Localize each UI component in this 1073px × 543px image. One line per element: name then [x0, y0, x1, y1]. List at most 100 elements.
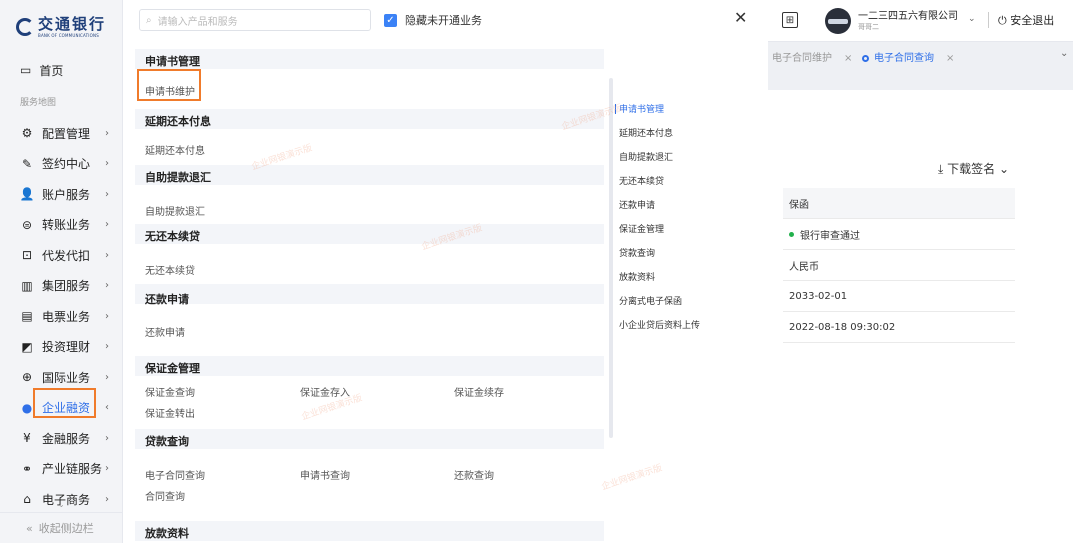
- sidebar-item-label: 转账业务: [42, 218, 91, 233]
- chevron-right-icon: ›: [105, 219, 109, 231]
- anchor-item[interactable]: 保证金管理: [619, 222, 664, 235]
- table-row: 2033-02-01: [783, 281, 1015, 312]
- chevron-right-icon: ›: [105, 463, 109, 475]
- collapse-sidebar-button[interactable]: « 收起侧边栏: [0, 512, 122, 543]
- sidebar-item-label: 投资理财: [42, 340, 91, 355]
- background-app: ⊞ 一二三四五六有限公司 哥哥二 ⌄ ⏻ 安全退出 电子合同维护 × 电子合同查询…: [768, 0, 1073, 543]
- sidebar-nav: ⚙ 配置管理 › ✎ 签约中心 › 👤 账户服务 › ⊜ 转账业务 › ⊡ 代发代扣 › ▥ 集团服务 › ▤ 电票业…: [0, 118, 122, 515]
- checkbox-checked-icon[interactable]: ✓: [384, 13, 397, 27]
- anchor-item[interactable]: 放款资料: [619, 270, 655, 283]
- menu-item[interactable]: 无还本续贷: [145, 262, 195, 277]
- chart-icon: ◩: [21, 339, 33, 354]
- menu-item[interactable]: 合同查询: [145, 488, 185, 503]
- sidebar-item-label: 代发代扣: [42, 248, 91, 263]
- logo-en: BANK OF COMMUNICATIONS: [38, 32, 99, 38]
- sidebar-item[interactable]: ¥ 金融服务 ›: [0, 423, 122, 454]
- menu-item[interactable]: 延期还本付息: [145, 142, 205, 157]
- menu-item[interactable]: 保证金转出: [145, 405, 195, 420]
- menu-item[interactable]: 还款申请: [145, 324, 185, 339]
- group-title: 还款申请: [145, 293, 189, 306]
- coin-icon: ¥: [23, 431, 31, 446]
- group-header-bg: [135, 429, 604, 449]
- search-input[interactable]: ⌕ 请输入产品和服务: [139, 9, 371, 31]
- table-row: 保函: [783, 188, 1015, 219]
- company-sub: 哥哥二: [858, 23, 879, 31]
- building-icon: ▥: [21, 278, 33, 293]
- download-signature-button[interactable]: ⤓ 下载签名 ⌄: [938, 160, 1009, 177]
- download-icon: ⤓: [938, 162, 944, 176]
- section-label: 服务地图: [20, 98, 57, 108]
- group-header-bg: [135, 356, 604, 376]
- menu-item[interactable]: 申请书查询: [300, 467, 350, 482]
- app-icon[interactable]: ⊞: [782, 12, 798, 28]
- close-icon[interactable]: ×: [946, 53, 954, 64]
- hide-unopened-toggle[interactable]: ✓ 隐藏未开通业务: [384, 12, 482, 28]
- bill-icon: ▤: [21, 309, 33, 324]
- menu-item[interactable]: 保证金查询: [145, 384, 195, 399]
- cell: 2033-02-01: [789, 290, 848, 302]
- menu-item[interactable]: 还款查询: [454, 467, 494, 482]
- logout-button[interactable]: ⏻ 安全退出: [998, 12, 1054, 28]
- anchor-item[interactable]: 申请书管理: [619, 102, 664, 115]
- sidebar-item[interactable]: ▥ 集团服务 ›: [0, 271, 122, 302]
- anchor-item[interactable]: 小企业贷后资料上传: [619, 318, 700, 331]
- chevron-right-icon: ›: [105, 249, 109, 261]
- sidebar-item[interactable]: ⚭ 产业链服务 ›: [0, 454, 122, 485]
- close-icon[interactable]: ×: [844, 53, 852, 64]
- tab-contract-query[interactable]: 电子合同查询 ×: [862, 49, 954, 64]
- search-icon: ⌕: [146, 14, 152, 26]
- content-panel: ⤓ 下载签名 ⌄ 保函 银行审查通过 人民币 2033-02-01 2022-0…: [768, 90, 1073, 543]
- menu-item[interactable]: 保证金续存: [454, 384, 504, 399]
- chevron-left-icon: ‹: [105, 402, 109, 414]
- logo-icon: [16, 18, 34, 36]
- avatar[interactable]: [825, 8, 851, 34]
- group-title: 放款资料: [145, 527, 189, 540]
- group-header-bg: [135, 284, 604, 304]
- pen-icon: ✎: [21, 156, 33, 171]
- group-header-bg: [135, 224, 604, 244]
- group-header-bg: [135, 521, 604, 541]
- finance-icon: ●: [21, 400, 33, 415]
- anchor-item[interactable]: 无还本续贷: [619, 174, 664, 187]
- search-placeholder: 请输入产品和服务: [157, 16, 238, 28]
- group-title: 保证金管理: [145, 362, 200, 375]
- sidebar-item[interactable]: ⊡ 代发代扣 ›: [0, 240, 122, 271]
- sidebar-item[interactable]: ⚙ 配置管理 ›: [0, 118, 122, 149]
- anchor-item[interactable]: 贷款查询: [619, 246, 655, 259]
- sidebar-item-label: 账户服务: [42, 187, 91, 202]
- sidebar-item[interactable]: 👤 账户服务 ›: [0, 179, 122, 210]
- collapse-label: 收起侧边栏: [38, 522, 94, 535]
- sidebar-item[interactable]: ◩ 投资理财 ›: [0, 332, 122, 363]
- tab-label: 电子合同查询: [874, 53, 934, 64]
- sidebar-item-label: 国际业务: [42, 370, 91, 385]
- chevron-down-icon[interactable]: ⌄: [58, 500, 65, 509]
- anchor-item[interactable]: 延期还本付息: [619, 126, 673, 139]
- group-title: 自助提款退汇: [145, 171, 211, 184]
- chevron-right-icon: ›: [105, 432, 109, 444]
- menu-item[interactable]: 电子合同查询: [145, 467, 205, 482]
- scrollbar[interactable]: [609, 78, 613, 438]
- anchor-item[interactable]: 自助提款退汇: [619, 150, 673, 163]
- close-icon[interactable]: ✕: [734, 8, 747, 27]
- group-title: 延期还本付息: [145, 115, 211, 128]
- sidebar-item-label: 电票业务: [42, 309, 91, 324]
- sidebar-item[interactable]: ▤ 电票业务 ›: [0, 301, 122, 332]
- sidebar-item[interactable]: ⊜ 转账业务 ›: [0, 210, 122, 241]
- sidebar-item-label: 金融服务: [42, 431, 91, 446]
- anchor-item[interactable]: 分离式电子保函: [619, 294, 682, 307]
- anchor-item[interactable]: 还款申请: [619, 198, 655, 211]
- home-icon: ▭: [20, 63, 32, 77]
- table-row: 2022-08-18 09:30:02: [783, 312, 1015, 343]
- chevron-right-icon: ›: [105, 158, 109, 170]
- menu-item[interactable]: 保证金存入: [300, 384, 350, 399]
- bank-logo[interactable]: 交通银行 BANK OF COMMUNICATIONS: [16, 12, 106, 42]
- user-icon: 👤: [19, 187, 35, 202]
- menu-item[interactable]: 自助提款退汇: [145, 203, 205, 218]
- chevron-down-icon[interactable]: ⌄: [968, 14, 976, 24]
- sidebar-item-home[interactable]: ▭ 首页: [0, 58, 122, 82]
- tab-contract-maintain[interactable]: 电子合同维护 ×: [772, 49, 852, 64]
- top-bar: ⊞ 一二三四五六有限公司 哥哥二 ⌄ ⏻ 安全退出: [768, 0, 1073, 42]
- service-menu: 申请书管理 申请书维护 延期还本付息 延期还本付息 自助提款退汇 自助提款退汇 …: [123, 38, 768, 543]
- chevron-down-icon[interactable]: ⌄: [1060, 48, 1068, 59]
- sidebar-item[interactable]: ✎ 签约中心 ›: [0, 149, 122, 180]
